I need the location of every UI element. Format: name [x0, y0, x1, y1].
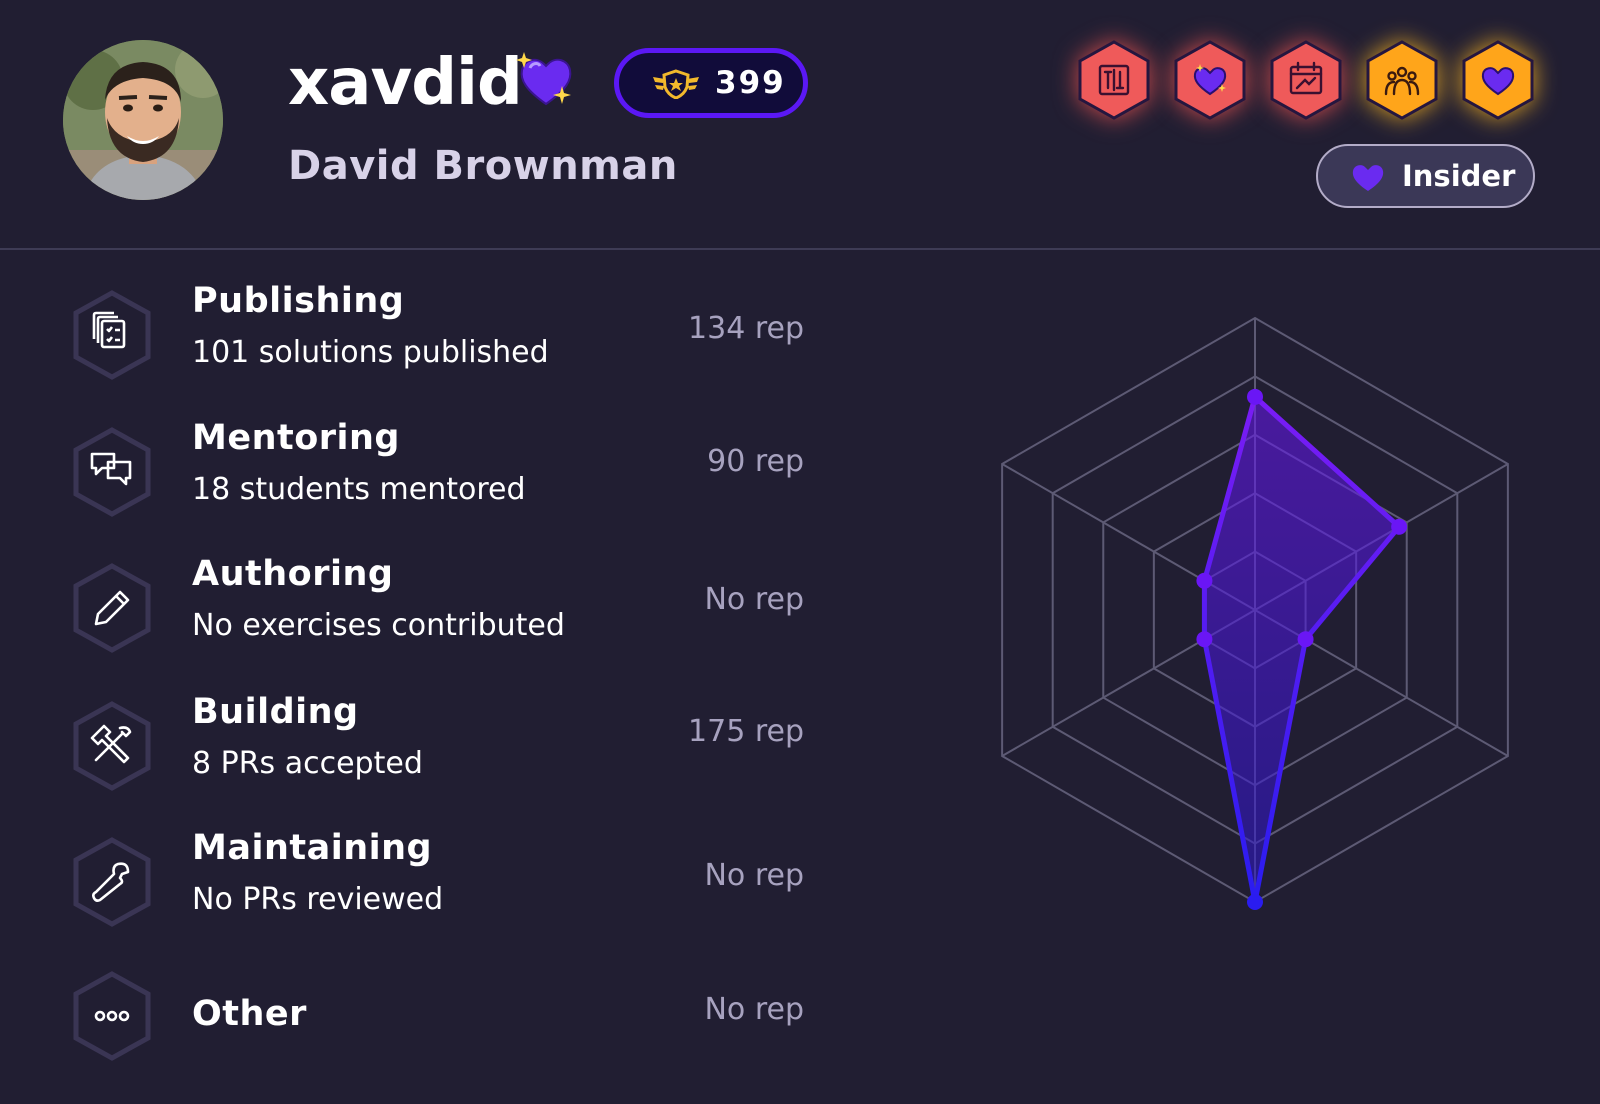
category-subtitle: 18 students mentored: [192, 472, 526, 507]
sparkling-heart-icon: [516, 52, 576, 110]
category-rep: 175 rep: [688, 714, 804, 749]
insider-heart-icon: [1351, 162, 1385, 192]
reputation-pill[interactable]: 399: [614, 48, 808, 118]
category-title: Publishing: [192, 281, 405, 321]
radar-svg: [1001, 316, 1509, 910]
badge-calendar[interactable]: [1270, 40, 1342, 120]
category-subtitle: 8 PRs accepted: [192, 746, 423, 781]
badge-purple-heart[interactable]: [1462, 40, 1534, 120]
category-title: Authoring: [192, 554, 394, 594]
reputation-radar-chart: [950, 300, 1550, 940]
category-title: Mentoring: [192, 418, 400, 458]
radar-point-lower-right: [1297, 631, 1314, 648]
reputation-value: 399: [715, 65, 786, 101]
category-rep: No rep: [704, 582, 804, 617]
category-subtitle: No exercises contributed: [192, 608, 565, 643]
wrench-icon: [70, 836, 154, 928]
tools-icon: [70, 700, 154, 792]
user-handle: xavdid: [288, 46, 523, 120]
insider-label: Insider: [1402, 159, 1516, 193]
profile-header: xavdid David Brownman 399 Insider: [0, 0, 1600, 250]
category-rep: 134 rep: [688, 311, 804, 346]
more-icon: [70, 970, 154, 1062]
radar-point-upper-right: [1391, 518, 1408, 535]
category-title: Other: [192, 994, 307, 1034]
chat-bubbles-icon: [70, 426, 154, 518]
pencil-icon: [70, 562, 154, 654]
category-subtitle: 101 solutions published: [192, 335, 549, 370]
badge-heart[interactable]: [1174, 40, 1246, 120]
radar-point-lower-left: [1196, 631, 1213, 648]
reputation-shield-icon: [651, 69, 701, 100]
badge-tools[interactable]: [1078, 40, 1150, 120]
header-divider: [0, 248, 1600, 250]
radar-point-bottom: [1247, 894, 1263, 910]
category-rep: No rep: [704, 992, 804, 1027]
radar-point-top: [1247, 388, 1263, 405]
category-other[interactable]: Other No rep: [0, 970, 820, 1070]
radar-point-upper-left: [1196, 572, 1213, 589]
radar-series-area: [1201, 394, 1402, 905]
user-full-name: David Brownman: [288, 143, 678, 189]
category-authoring[interactable]: Authoring No exercises contributed No re…: [0, 554, 820, 662]
category-mentoring[interactable]: Mentoring 18 students mentored 90 rep: [0, 418, 820, 526]
category-title: Building: [192, 692, 359, 732]
documents-icon: [70, 289, 154, 381]
category-rep: 90 rep: [707, 444, 804, 479]
category-rep: No rep: [704, 858, 804, 893]
insider-badge[interactable]: Insider: [1316, 144, 1535, 208]
category-building[interactable]: Building 8 PRs accepted 175 rep: [0, 692, 820, 800]
avatar[interactable]: [63, 40, 223, 200]
category-title: Maintaining: [192, 828, 433, 868]
category-maintaining[interactable]: Maintaining No PRs reviewed No rep: [0, 828, 820, 936]
badge-crowd[interactable]: [1366, 40, 1438, 120]
category-publishing[interactable]: Publishing 101 solutions published 134 r…: [0, 281, 820, 389]
category-subtitle: No PRs reviewed: [192, 882, 444, 917]
